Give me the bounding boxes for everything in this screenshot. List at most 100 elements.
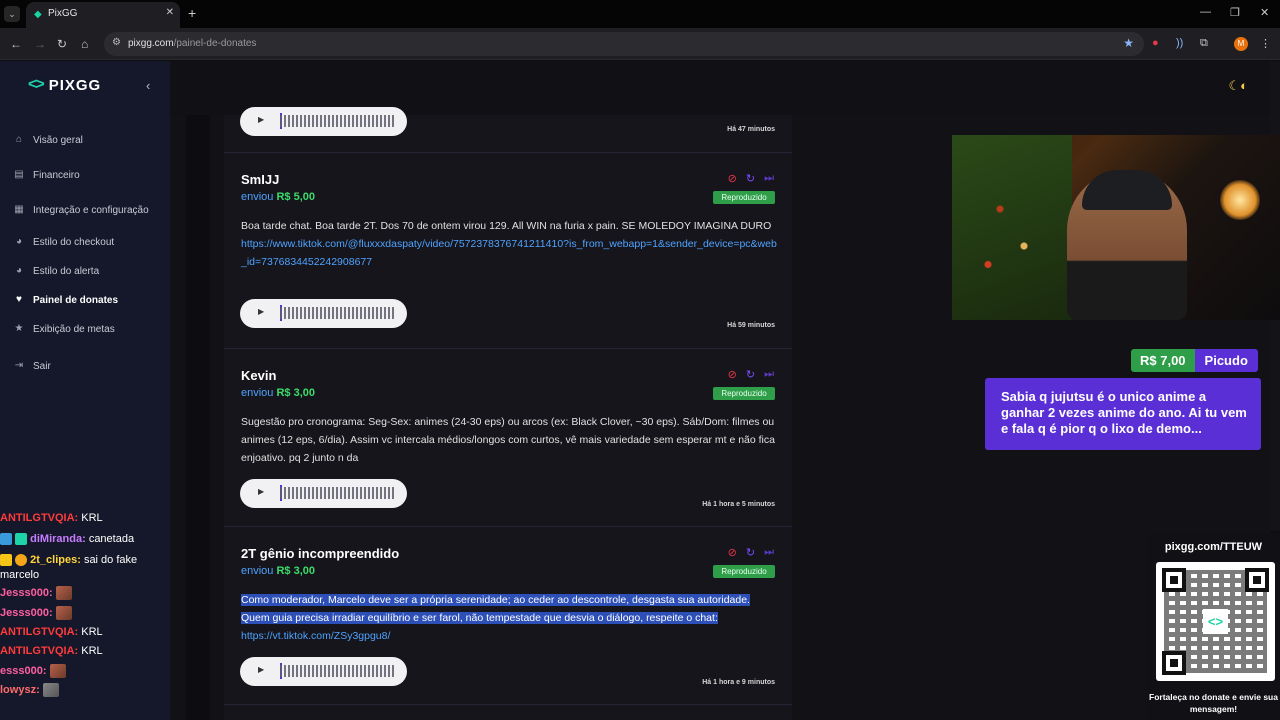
tab-title: PixGG — [48, 8, 78, 19]
play-icon[interactable]: ▶ — [258, 665, 264, 674]
play-icon[interactable]: ▶ — [258, 115, 264, 124]
donation-card: ▶ Há 47 minutos — [224, 107, 792, 153]
home-page-icon[interactable]: ⌂ — [81, 37, 88, 51]
settings-icon: ▦ — [14, 204, 24, 215]
donation-card: 2T gênio incompreendido enviou R$ 3,00 ⊘… — [224, 527, 792, 705]
extension-audio-icon[interactable]: )) — [1176, 37, 1183, 49]
sidebar-item-label: Painel de donates — [33, 294, 119, 306]
skip-icon[interactable]: ⏭ — [764, 546, 774, 559]
browser-menu-icon[interactable]: ⋮ — [1260, 37, 1271, 50]
sparkle-badge-icon — [15, 533, 28, 546]
chat-message: Jesss000: — [0, 586, 170, 601]
wallet-icon: ▤ — [14, 169, 24, 180]
pixgg-logo-icon: <> — [1203, 609, 1228, 634]
sidebar-item-estilo-checkout[interactable]: ◕ Estilo do checkout — [13, 236, 114, 248]
skip-icon[interactable]: ⏭ — [764, 172, 774, 185]
audio-player[interactable]: ▶ — [240, 299, 407, 328]
donation-card: SmIJJ enviou R$ 5,00 ⊘ ↻ ⏭ Reproduzido B… — [224, 153, 792, 349]
browser-tab[interactable]: ◆ PixGG ✕ — [26, 2, 180, 28]
donation-message: Sugestão pro cronograma: Seg-Sex: animes… — [241, 416, 775, 464]
sidebar-item-estilo-alerta[interactable]: ◕ Estilo do alerta — [13, 265, 99, 277]
audio-player[interactable]: ▶ — [240, 479, 407, 508]
sub-badge-icon — [0, 533, 12, 546]
block-icon[interactable]: ⊘ — [728, 368, 737, 381]
qr-finder — [1162, 651, 1186, 675]
theme-toggle-moon-icon[interactable]: ☾◐ — [1228, 78, 1248, 94]
sidebar-item-label: Sair — [33, 360, 51, 372]
star-icon: ★ — [14, 323, 24, 334]
replay-icon[interactable]: ↻ — [746, 172, 755, 185]
coin-badge-icon — [15, 554, 28, 567]
qr-donate-overlay: pixgg.com/TTEUW <> Fortaleça no donate e… — [1147, 533, 1280, 720]
donation-actions: ⊘ ↻ ⏭ — [728, 546, 774, 559]
play-icon[interactable]: ▶ — [258, 487, 264, 496]
close-window-icon[interactable]: ✕ — [1260, 6, 1269, 19]
donation-feed: ▶ Há 47 minutos SmIJJ enviou R$ 5,00 ⊘ ↻… — [224, 107, 792, 720]
donation-actions: ⊘ ↻ ⏭ — [728, 172, 774, 185]
donation-message: Boa tarde chat. Boa tarde 2T. Dos 70 de … — [241, 220, 777, 268]
sidebar-item-label: Visão geral — [33, 134, 83, 146]
audio-player[interactable]: ▶ — [240, 657, 407, 686]
sidebar-item-painel-donates[interactable]: ♥ Painel de donates — [13, 294, 118, 306]
close-tab-icon[interactable]: ✕ — [166, 7, 174, 18]
url-input[interactable]: ⚙ pixgg.com/painel-de-donates ★ — [104, 32, 1144, 56]
crown-badge-icon — [0, 554, 12, 567]
sidebar-item-financeiro[interactable]: ▤ Financeiro — [13, 169, 79, 181]
christmas-tree-image — [952, 135, 1072, 320]
waveform[interactable] — [280, 115, 395, 127]
replay-icon[interactable]: ↻ — [746, 368, 755, 381]
profile-avatar[interactable]: M — [1234, 37, 1248, 51]
restore-icon[interactable]: ❐ — [1230, 6, 1240, 19]
audio-player[interactable]: ▶ — [240, 107, 407, 136]
donation-actions: ⊘ ↻ ⏭ — [728, 368, 774, 381]
emote-icon — [55, 606, 72, 621]
pixgg-logo[interactable]: <> PIXGG — [28, 76, 101, 94]
sidebar-item-label: Estilo do checkout — [33, 236, 115, 248]
sidebar-item-visao-geral[interactable]: ⌂ Visão geral — [13, 134, 83, 146]
sidebar-item-integracao[interactable]: ▦ Integração e configuração — [13, 204, 148, 216]
reload-icon[interactable]: ↻ — [57, 37, 67, 51]
donation-link[interactable]: https://vt.tiktok.com/ZSy3gpgu8/ — [241, 630, 390, 642]
block-icon[interactable]: ⊘ — [728, 546, 737, 559]
chat-message: Jesss000: — [0, 606, 170, 621]
play-icon[interactable]: ▶ — [258, 307, 264, 316]
qr-code-icon: <> — [1156, 562, 1275, 681]
back-icon[interactable]: ← — [10, 37, 22, 51]
extensions-puzzle-icon[interactable]: ⧉ — [1200, 37, 1208, 50]
donor-name: 2T gênio incompreendido — [241, 546, 400, 561]
pixgg-favicon-icon: ◆ — [34, 9, 42, 20]
sidebar-item-exibicao-metas[interactable]: ★ Exibição de metas — [13, 323, 115, 335]
webcam-overlay — [952, 135, 1280, 320]
sidebar-item-label: Estilo do alerta — [33, 265, 100, 277]
new-tab-icon[interactable]: + — [188, 5, 196, 21]
skip-icon[interactable]: ⏭ — [764, 368, 774, 381]
waveform[interactable] — [280, 307, 395, 319]
extension-icon[interactable]: ● — [1152, 37, 1159, 49]
bookmark-star-icon[interactable]: ★ — [1123, 36, 1134, 50]
palette-icon: ◕ — [15, 236, 23, 247]
lamp-image — [1220, 180, 1260, 220]
donation-time: Há 1 hora e 5 minutos — [702, 501, 775, 508]
donor-name: SmIJJ — [241, 172, 280, 187]
chat-message: diMiranda: canetada — [0, 532, 170, 547]
replay-icon[interactable]: ↻ — [746, 546, 755, 559]
tab-search-icon[interactable]: ⌄ — [4, 6, 20, 22]
sidebar-item-sair[interactable]: ⇥ Sair — [13, 360, 51, 372]
donation-time: Há 1 hora e 9 minutos — [702, 679, 775, 686]
donation-link[interactable]: https://www.tiktok.com/@fluxxxdaspaty/vi… — [241, 238, 777, 268]
qr-finder — [1162, 568, 1186, 592]
site-info-icon[interactable]: ⚙ — [112, 37, 121, 48]
chat-message: ANTILGTVQIA: KRL — [0, 645, 103, 657]
logout-icon: ⇥ — [14, 360, 24, 371]
chat-message: ANTILGTVQIA: KRL — [0, 512, 103, 524]
waveform[interactable] — [280, 487, 395, 499]
hand-heart-icon: ♥ — [16, 294, 22, 305]
collapse-sidebar-icon[interactable]: ‹ — [146, 78, 150, 93]
waveform[interactable] — [280, 665, 395, 677]
logo-text: PIXGG — [48, 76, 102, 94]
tts-alert-message: Sabia q jujutsu é o unico anime a ganhar… — [985, 378, 1261, 450]
chat-message: lowysz: — [0, 683, 170, 698]
block-icon[interactable]: ⊘ — [728, 172, 737, 185]
minimize-icon[interactable]: — — [1200, 6, 1211, 18]
forward-icon[interactable]: → — [34, 37, 46, 51]
